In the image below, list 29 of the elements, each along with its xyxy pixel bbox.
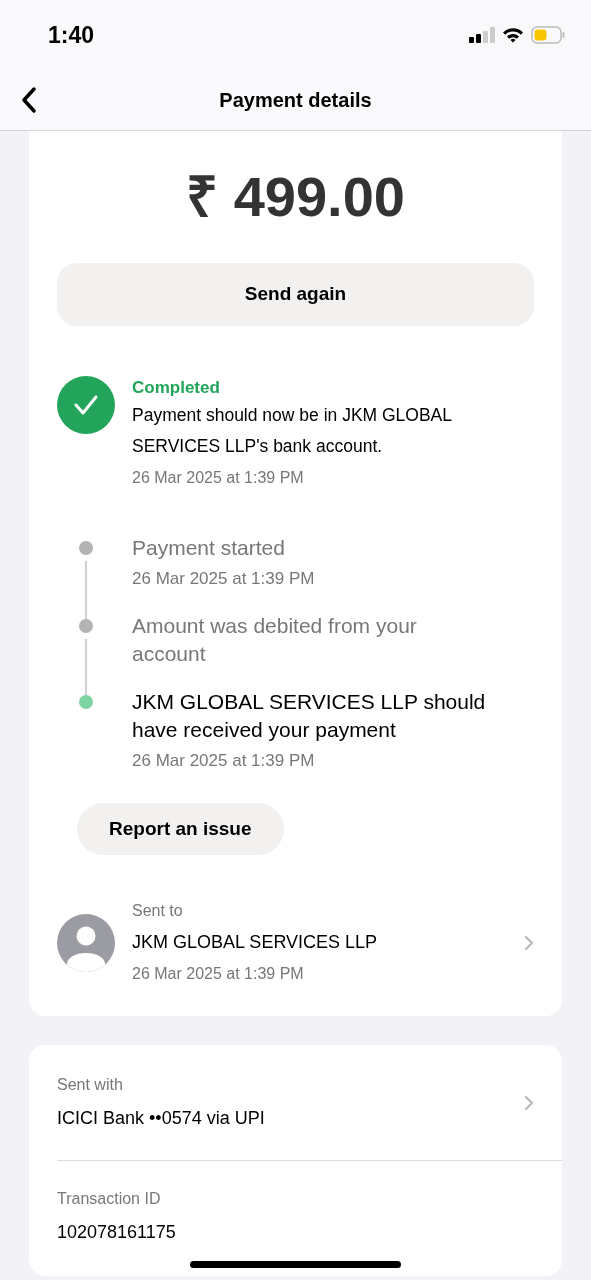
detail-value: ICICI Bank ••0574 via UPI [57, 1107, 266, 1130]
sent-to-date: 26 Mar 2025 at 1:39 PM [132, 964, 305, 984]
sent-to-row[interactable]: Sent to JKM GLOBAL SERVICES LLP 26 Mar 2025 at 1:39 PM [57, 899, 534, 986]
status-label: Completed [132, 377, 221, 399]
timeline-date: 26 Mar 2025 at 1:39 PM [132, 568, 315, 590]
chevron-right-icon [524, 934, 534, 951]
chevron-left-icon [21, 86, 37, 114]
battery-icon [531, 26, 565, 44]
detail-value: 102078161175 [57, 1221, 177, 1244]
detail-label: Sent with [57, 1075, 124, 1095]
report-issue-button[interactable]: Report an issue [77, 803, 284, 855]
wifi-icon [502, 27, 524, 43]
recipient-name: JKM GLOBAL SERVICES LLP [132, 931, 379, 954]
status-message: Payment should now be in JKM GLOBAL SERVICES LLP's bank account. [132, 404, 453, 458]
details-row[interactable]: Sent with ICICI Bank ••0574 via UPI [57, 1045, 562, 1160]
check-circle-icon [57, 376, 115, 434]
detail-label: Transaction ID [57, 1189, 162, 1209]
nav-title: Payment details [219, 88, 372, 113]
send-again-button[interactable]: Send again [57, 263, 534, 326]
status-time: 1:40 [48, 20, 95, 50]
status-date: 26 Mar 2025 at 1:39 PM [132, 468, 305, 488]
signal-icon [469, 27, 495, 43]
timeline-title: Payment started [132, 535, 286, 561]
timeline-title: JKM GLOBAL SERVICES LLP should have received your payment [132, 688, 487, 743]
chevron-right-icon [524, 1094, 534, 1111]
sent-to-label: Sent to [132, 901, 184, 921]
amount: ₹ 499.00 [186, 165, 405, 228]
timeline-date: 26 Mar 2025 at 1:39 PM [132, 749, 316, 772]
timeline-title: Amount was debited from your account [132, 612, 418, 667]
